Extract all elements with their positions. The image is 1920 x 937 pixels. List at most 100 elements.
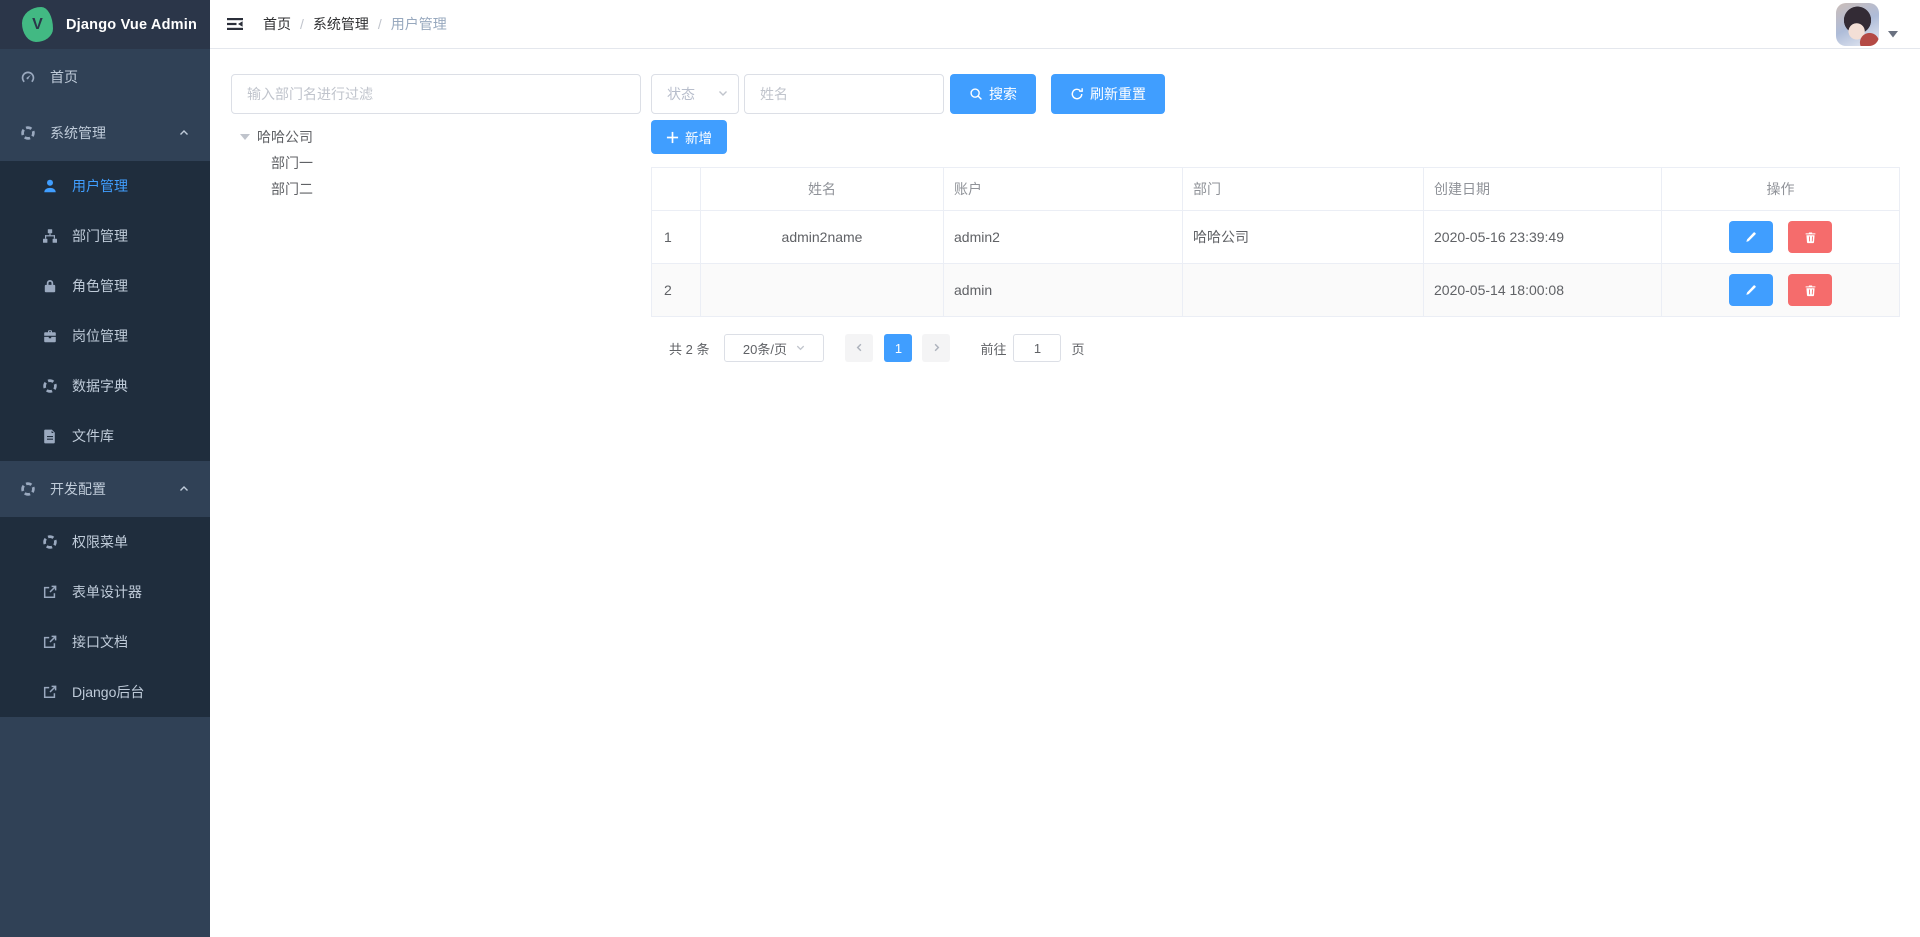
sidebar-item-perm-menu[interactable]: 权限菜单 — [0, 517, 210, 567]
user-avatar[interactable] — [1836, 3, 1879, 46]
refresh-icon — [1070, 87, 1084, 101]
goto-page-input[interactable] — [1013, 334, 1061, 362]
tree-node-label: 哈哈公司 — [257, 127, 313, 147]
caret-down-icon[interactable] — [1888, 25, 1898, 43]
sidebar-item-role-mgmt[interactable]: 角色管理 — [0, 261, 210, 311]
next-arrow-icon — [931, 341, 942, 356]
sidebar-item-dept-mgmt[interactable]: 部门管理 — [0, 211, 210, 261]
sidebar-item-user-mgmt[interactable]: 用户管理 — [0, 161, 210, 211]
dept-panel: 哈哈公司 部门一 部门二 — [231, 74, 641, 937]
breadcrumb-system-mgmt[interactable]: 系统管理 — [313, 14, 369, 34]
sidebar-item-label: 数据字典 — [72, 376, 128, 396]
tree-node-label: 部门一 — [271, 153, 313, 173]
vue-logo-icon: V — [22, 7, 53, 42]
user-panel: 状态 搜索 — [651, 74, 1900, 937]
cell-name — [701, 264, 944, 317]
chevron-down-icon — [795, 341, 806, 356]
sidebar-item-home[interactable]: 首页 — [0, 49, 210, 105]
delete-trash-icon — [1804, 284, 1817, 297]
cell-actions — [1662, 264, 1900, 317]
sidebar-item-django-admin[interactable]: Django后台 — [0, 667, 210, 717]
sidebar-item-system-mgmt[interactable]: 系统管理 — [0, 105, 210, 161]
column-header-account: 账户 — [944, 168, 1183, 211]
edit-pencil-icon — [1744, 231, 1757, 244]
cell-created: 2020-05-14 18:00:08 — [1424, 264, 1662, 317]
table-row: 2 admin 2020-05-14 18:00:08 — [652, 264, 1900, 317]
delete-button[interactable] — [1788, 221, 1832, 253]
tree-node-root[interactable]: 哈哈公司 — [231, 124, 641, 150]
cell-account: admin — [944, 264, 1183, 317]
edit-button[interactable] — [1729, 274, 1773, 306]
briefcase-icon — [42, 328, 58, 344]
tree-node-child[interactable]: 部门一 — [231, 150, 641, 176]
sidebar-item-label: Django后台 — [72, 682, 144, 702]
lifebuoy-icon — [20, 125, 36, 141]
delete-button[interactable] — [1788, 274, 1832, 306]
sidebar-item-label: 部门管理 — [72, 226, 128, 246]
page-number-button[interactable]: 1 — [884, 334, 912, 362]
name-filter-input[interactable] — [744, 74, 944, 114]
cell-account: admin2 — [944, 211, 1183, 264]
search-button-label: 搜索 — [989, 84, 1017, 104]
table-row: 1 admin2name admin2 哈哈公司 2020-05-16 23:3… — [652, 211, 1900, 264]
sidebar-item-label: 系统管理 — [50, 123, 106, 143]
status-select[interactable]: 状态 — [651, 74, 739, 114]
org-tree-icon — [42, 228, 58, 244]
sidebar-item-label: 角色管理 — [72, 276, 128, 296]
add-user-button[interactable]: 新增 — [651, 120, 727, 154]
search-icon — [969, 87, 983, 101]
tree-expand-caret-icon[interactable] — [240, 134, 250, 140]
sidebar-item-label: 表单设计器 — [72, 582, 142, 602]
table-header-row: 姓名 账户 部门 创建日期 操作 — [652, 168, 1900, 211]
sidebar-item-file-library[interactable]: 文件库 — [0, 411, 210, 461]
cell-actions — [1662, 211, 1900, 264]
sidebar-item-post-mgmt[interactable]: 岗位管理 — [0, 311, 210, 361]
column-header-name: 姓名 — [701, 168, 944, 211]
lifebuoy-icon — [42, 534, 58, 550]
page-size-select[interactable]: 20条/页 — [724, 334, 824, 362]
breadcrumb-home[interactable]: 首页 — [263, 14, 291, 34]
main-area: 首页 / 系统管理 / 用户管理 哈哈公司 — [210, 0, 1920, 937]
app-title: Django Vue Admin — [66, 17, 197, 33]
sidebar-item-label: 权限菜单 — [72, 532, 128, 552]
prev-page-button[interactable] — [845, 334, 873, 362]
next-page-button[interactable] — [922, 334, 950, 362]
add-button-label: 新增 — [685, 127, 712, 147]
plus-icon — [666, 131, 679, 144]
edit-button[interactable] — [1729, 221, 1773, 253]
page-unit-label: 页 — [1071, 339, 1084, 358]
sidebar-item-label: 首页 — [50, 67, 78, 87]
submenu-system: 用户管理 部门管理 角色管理 — [0, 161, 210, 461]
sidebar-item-api-docs[interactable]: 接口文档 — [0, 617, 210, 667]
cell-index: 2 — [652, 264, 701, 317]
breadcrumb-current-page: 用户管理 — [391, 14, 447, 34]
search-button[interactable]: 搜索 — [950, 74, 1036, 114]
app-root: V Django Vue Admin 首页 系统管理 — [0, 0, 1920, 937]
cell-index: 1 — [652, 211, 701, 264]
user-icon — [42, 178, 58, 194]
top-header: 首页 / 系统管理 / 用户管理 — [210, 0, 1920, 49]
sidebar-item-dev-config[interactable]: 开发配置 — [0, 461, 210, 517]
refresh-button-label: 刷新重置 — [1090, 84, 1146, 104]
sidebar-item-label: 岗位管理 — [72, 326, 128, 346]
logo-bar: V Django Vue Admin — [0, 0, 210, 49]
page-content: 哈哈公司 部门一 部门二 状态 — [210, 49, 1920, 937]
external-link-icon — [42, 684, 58, 700]
breadcrumb-separator: / — [300, 16, 304, 32]
refresh-reset-button[interactable]: 刷新重置 — [1051, 74, 1165, 114]
column-header-dept: 部门 — [1183, 168, 1424, 211]
user-area — [1836, 3, 1898, 46]
cell-created: 2020-05-16 23:39:49 — [1424, 211, 1662, 264]
hamburger-collapse-icon[interactable] — [210, 16, 254, 32]
column-header-actions: 操作 — [1662, 168, 1900, 211]
breadcrumb-separator: / — [378, 16, 382, 32]
tree-node-child[interactable]: 部门二 — [231, 176, 641, 202]
sidebar-menu: 首页 系统管理 用户管理 — [0, 49, 210, 717]
cell-dept: 哈哈公司 — [1183, 211, 1424, 264]
pagination: 共 2 条 20条/页 1 — [651, 334, 1900, 362]
sidebar-item-form-designer[interactable]: 表单设计器 — [0, 567, 210, 617]
dept-tree: 哈哈公司 部门一 部门二 — [231, 124, 641, 202]
sidebar-item-label: 接口文档 — [72, 632, 128, 652]
sidebar-item-data-dict[interactable]: 数据字典 — [0, 361, 210, 411]
dept-filter-input[interactable] — [231, 74, 641, 114]
